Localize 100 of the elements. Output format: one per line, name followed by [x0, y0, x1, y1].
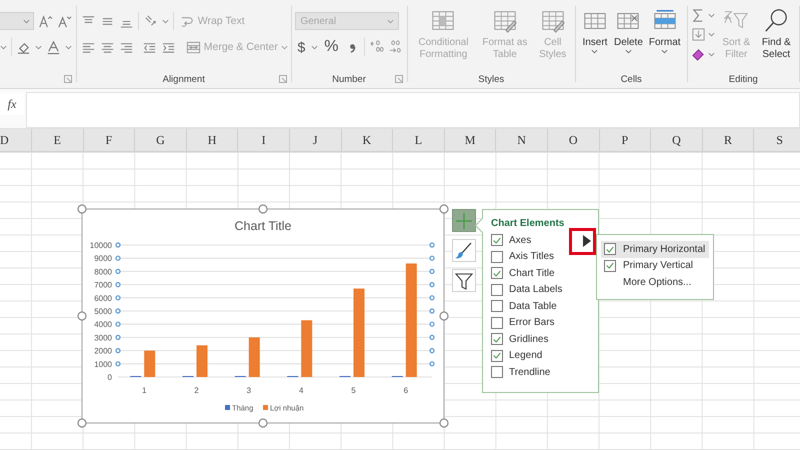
currency-button[interactable]: $: [295, 39, 308, 55]
checkbox[interactable]: [491, 300, 503, 312]
column-header[interactable]: N: [496, 129, 548, 151]
column-header[interactable]: F: [84, 129, 136, 151]
column-header[interactable]: Q: [651, 129, 703, 151]
resize-handle[interactable]: [439, 418, 449, 428]
menu-item[interactable]: Data Labels: [509, 284, 562, 296]
resize-handle[interactable]: [77, 204, 87, 214]
selection-handle[interactable]: [115, 308, 121, 314]
formula-input[interactable]: [26, 92, 800, 128]
font-color-icon[interactable]: [46, 40, 61, 54]
selection-handle[interactable]: [115, 334, 121, 340]
delete-button[interactable]: Delete: [612, 8, 645, 54]
checkbox[interactable]: [491, 250, 503, 263]
checkbox[interactable]: [491, 267, 503, 280]
decrease-decimal-icon[interactable]: [388, 40, 402, 54]
resize-handle[interactable]: [439, 311, 449, 321]
column-header[interactable]: L: [393, 129, 445, 151]
chart-title[interactable]: Chart Title: [234, 219, 292, 233]
resize-handle[interactable]: [258, 204, 268, 214]
increase-decimal-icon[interactable]: [368, 40, 384, 54]
submenu-item[interactable]: Primary Horizontal: [601, 241, 709, 258]
checkbox[interactable]: [604, 243, 616, 256]
menu-item[interactable]: Error Bars: [509, 317, 555, 328]
selection-handle[interactable]: [115, 282, 121, 288]
selection-handle[interactable]: [429, 282, 435, 288]
dialog-launcher-icon[interactable]: [394, 75, 402, 83]
chart-area[interactable]: [82, 208, 444, 424]
dialog-launcher-icon[interactable]: [64, 75, 72, 83]
bar[interactable]: [144, 350, 156, 377]
grow-font-icon[interactable]: [38, 14, 53, 28]
selection-handle[interactable]: [429, 348, 435, 354]
insert-function-button[interactable]: fx: [0, 93, 24, 115]
menu-item[interactable]: Gridlines: [509, 334, 548, 345]
caret-icon[interactable]: [708, 13, 716, 18]
checkbox[interactable]: [491, 350, 503, 362]
bar[interactable]: [406, 263, 417, 377]
selection-handle[interactable]: [115, 268, 121, 274]
selection-handle[interactable]: [429, 256, 435, 261]
orientation-icon[interactable]: [142, 14, 158, 28]
menu-item[interactable]: Legend: [509, 350, 542, 362]
shrink-font-icon[interactable]: [57, 14, 72, 28]
column-header[interactable]: R: [702, 129, 754, 151]
selection-handle[interactable]: [115, 256, 121, 261]
caret-icon[interactable]: [311, 44, 318, 50]
checkbox[interactable]: [491, 333, 503, 346]
caret-icon[interactable]: [65, 44, 72, 50]
selection-handle[interactable]: [429, 268, 435, 274]
menu-item[interactable]: Axes: [509, 234, 532, 246]
resize-handle[interactable]: [439, 204, 449, 214]
menu-item[interactable]: Chart Title: [509, 268, 555, 279]
menu-item[interactable]: Axis Titles: [509, 251, 554, 262]
column-header[interactable]: G: [135, 129, 187, 151]
resize-handle[interactable]: [258, 418, 268, 428]
dialog-launcher-icon[interactable]: [278, 75, 287, 83]
checkbox[interactable]: [491, 316, 503, 329]
eraser-icon[interactable]: [691, 46, 706, 62]
column-header[interactable]: K: [342, 129, 394, 151]
resize-handle[interactable]: [77, 311, 87, 321]
selection-handle[interactable]: [115, 361, 121, 366]
column-header[interactable]: E: [32, 129, 84, 151]
submenu-item[interactable]: More Options...: [601, 274, 709, 290]
selection-handle[interactable]: [429, 361, 435, 366]
column-header[interactable]: M: [444, 129, 496, 151]
column-header[interactable]: P: [600, 129, 652, 151]
selection-handle[interactable]: [115, 348, 121, 354]
menu-item[interactable]: Trendline: [509, 366, 550, 378]
find-select-button[interactable]: Find & Select: [757, 8, 796, 61]
bar[interactable]: [301, 320, 312, 377]
selection-handle[interactable]: [429, 322, 435, 327]
checkbox[interactable]: [491, 366, 503, 378]
caret-icon[interactable]: [35, 44, 42, 50]
insert-button[interactable]: Insert: [580, 8, 610, 54]
selection-handle[interactable]: [429, 334, 435, 340]
selection-handle[interactable]: [429, 242, 435, 248]
column-header[interactable]: J: [290, 129, 342, 151]
checkbox[interactable]: [604, 260, 616, 272]
checkbox[interactable]: [491, 284, 503, 296]
column-header[interactable]: S: [754, 129, 800, 151]
selection-handle[interactable]: [115, 322, 121, 327]
format-button[interactable]: Format: [646, 8, 683, 54]
caret-icon[interactable]: [0, 44, 7, 50]
resize-handle[interactable]: [77, 418, 87, 428]
selection-handle[interactable]: [115, 242, 121, 248]
percent-button[interactable]: %: [322, 38, 340, 56]
column-header[interactable]: H: [186, 129, 238, 151]
caret-icon[interactable]: [162, 18, 169, 24]
selection-handle[interactable]: [429, 295, 435, 300]
selection-handle[interactable]: [115, 295, 121, 300]
submenu-item[interactable]: Primary Vertical: [601, 258, 709, 274]
caret-icon[interactable]: [708, 32, 716, 38]
checkbox[interactable]: [491, 234, 503, 246]
chart-styles-button[interactable]: [452, 239, 476, 262]
selection-handle[interactable]: [429, 308, 435, 314]
expand-arrow-icon[interactable]: [582, 234, 592, 248]
menu-item[interactable]: Data Table: [509, 300, 557, 312]
column-header[interactable]: D: [0, 129, 32, 151]
caret-icon[interactable]: [708, 52, 716, 57]
column-header[interactable]: I: [238, 129, 290, 151]
column-header[interactable]: O: [548, 129, 600, 151]
